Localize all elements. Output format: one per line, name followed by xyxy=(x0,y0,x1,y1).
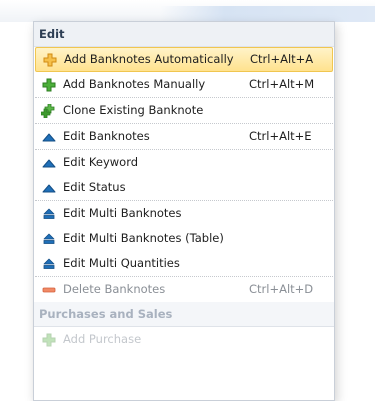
menu-item-label: Edit Keyword xyxy=(63,155,139,169)
menu-item-add-banknotes-automatically[interactable]: Add Banknotes Automatically Ctrl+Alt+A xyxy=(35,47,333,72)
menu-item-shortcut: Ctrl+Alt+E xyxy=(249,129,312,143)
menu-item-label: Add Banknotes Automatically xyxy=(64,52,234,66)
background-highlight xyxy=(160,6,375,22)
menu-item-shortcut: Ctrl+Alt+A xyxy=(250,52,314,66)
clone-plus-icon xyxy=(37,103,61,118)
edit-multi-icon xyxy=(37,257,61,271)
edit-context-menu: Edit Add Banknotes Automatically Ctrl+Al… xyxy=(33,21,335,401)
plus-green-icon xyxy=(37,78,61,92)
background-toolbar xyxy=(0,0,375,22)
edit-multi-icon xyxy=(37,207,61,221)
menu-item-add-banknotes-manually[interactable]: Add Banknotes Manually Ctrl+Alt+M xyxy=(35,72,333,98)
edit-triangle-icon xyxy=(37,130,61,144)
menu-item-label: Edit Multi Banknotes xyxy=(63,206,182,220)
edit-triangle-icon xyxy=(37,181,61,195)
menu-item-label: Add Banknotes Manually xyxy=(63,77,206,91)
minus-icon xyxy=(37,283,61,297)
menu-item-label: Edit Multi Quantities xyxy=(63,256,180,270)
menu-item-label: Edit Status xyxy=(63,180,126,194)
menu-item-edit-keyword[interactable]: Edit Keyword xyxy=(35,150,333,175)
menu-item-edit-multi-banknotes[interactable]: Edit Multi Banknotes xyxy=(35,201,333,226)
menu-item-shortcut: Ctrl+Alt+M xyxy=(249,77,315,91)
section-header-edit: Edit xyxy=(34,22,334,47)
menu-item-clone-existing-banknote[interactable]: Clone Existing Banknote xyxy=(35,98,333,124)
menu-item-edit-multi-banknotes-table[interactable]: Edit Multi Banknotes (Table) xyxy=(35,226,333,251)
menu-item-label: Clone Existing Banknote xyxy=(63,103,204,117)
plus-green-icon xyxy=(37,333,61,347)
menu-item-label: Edit Banknotes xyxy=(63,129,150,143)
plus-orange-icon xyxy=(38,53,62,67)
menu-item-delete-banknotes[interactable]: Delete Banknotes Ctrl+Alt+D xyxy=(35,277,333,302)
section-header-purchases-and-sales: Purchases and Sales xyxy=(34,302,334,327)
menu-item-shortcut: Ctrl+Alt+D xyxy=(249,282,314,296)
menu-item-edit-banknotes[interactable]: Edit Banknotes Ctrl+Alt+E xyxy=(35,124,333,150)
menu-item-label: Edit Multi Banknotes (Table) xyxy=(63,231,224,245)
edit-multi-icon xyxy=(37,232,61,246)
menu-item-label: Add Purchase xyxy=(63,332,142,346)
menu-item-add-purchase[interactable]: Add Purchase xyxy=(35,327,333,352)
menu-item-edit-status[interactable]: Edit Status xyxy=(35,175,333,201)
menu-item-label: Delete Banknotes xyxy=(63,282,166,296)
edit-triangle-icon xyxy=(37,156,61,170)
menu-item-edit-multi-quantities[interactable]: Edit Multi Quantities xyxy=(35,251,333,277)
